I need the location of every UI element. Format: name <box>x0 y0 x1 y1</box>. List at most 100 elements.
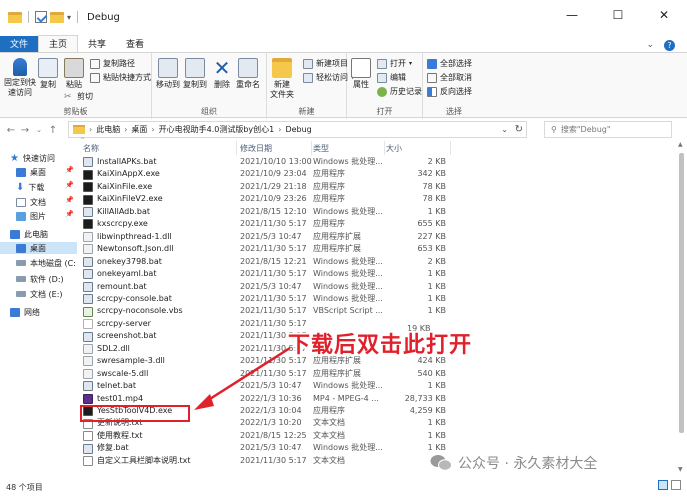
paste-button[interactable]: 粘贴 <box>64 58 84 90</box>
bat-file-icon <box>83 381 93 392</box>
bat-file-icon <box>83 294 93 305</box>
close-button[interactable]: ✕ <box>641 0 687 30</box>
help-icon[interactable]: ? <box>664 40 675 51</box>
file-row[interactable]: libwinpthread-1.dll 2021/5/3 10:47 应用程序扩展 2… <box>80 231 676 243</box>
details-view-icon[interactable] <box>658 480 668 490</box>
tab-share[interactable]: 共享 <box>78 36 116 52</box>
move-to-button[interactable]: 移动到 <box>156 58 180 90</box>
file-type: Windows 批处理... <box>313 293 383 303</box>
file-row[interactable]: 使用教程.txt 2021/8/15 12:25 文本文档 1 KB <box>80 430 676 442</box>
breadcrumb-item[interactable]: 开心电视助手4.0测试版by创心1 <box>159 124 275 135</box>
file-row[interactable]: remount.bat 2021/5/3 10:47 Windows 批处理... 1… <box>80 281 676 293</box>
cut-button[interactable]: ✂ 剪切 <box>64 91 93 102</box>
file-type: Windows 批处理... <box>313 269 383 279</box>
address-bar[interactable]: › 此电脑 › 桌面 › 开心电视助手4.0测试版by创心1 › Debug ⌄… <box>68 121 527 138</box>
new-group-label: 新建 <box>298 107 315 116</box>
breadcrumb-item[interactable]: Debug <box>285 125 311 134</box>
pin-quick-access-button[interactable]: 固定到快 速访问 <box>4 58 36 98</box>
maximize-button[interactable]: ☐ <box>595 0 641 30</box>
nav-documents[interactable]: 文档 <box>16 196 46 208</box>
nav-desktop[interactable]: 桌面 <box>16 166 46 178</box>
nav-downloads[interactable]: ⬇ 下载 <box>16 181 44 193</box>
nav-drive-e[interactable]: 文档 (E:) <box>16 288 63 300</box>
file-type: Windows 批处理... <box>313 381 383 391</box>
file-row[interactable]: InstallAPKs.bat 2021/10/10 13:00 Windows 批… <box>80 156 676 168</box>
open-button[interactable]: 打开 ▾ <box>377 58 412 69</box>
file-row[interactable]: Newtonsoft.Json.dll 2021/11/30 5:17 应用程序扩展… <box>80 243 676 255</box>
file-row[interactable]: onekey3798.bat 2021/8/15 12:21 Windows 批处理… <box>80 256 676 268</box>
file-name: KaiXinFile.exe <box>97 181 153 191</box>
minimize-button[interactable]: — <box>549 0 595 30</box>
tab-home[interactable]: 主页 <box>38 35 79 52</box>
back-arrow-icon[interactable]: ← <box>4 125 18 136</box>
file-name: libwinpthread-1.dll <box>97 231 172 241</box>
up-arrow-icon[interactable]: ↑ <box>46 125 60 136</box>
nav-pictures[interactable]: 图片 <box>16 210 46 222</box>
nav-desktop-selected[interactable]: 桌面 <box>0 242 77 254</box>
file-row[interactable]: kxscrcpy.exe 2021/11/30 5:17 应用程序 655 KB <box>80 218 676 230</box>
column-header-size[interactable]: 大小 <box>386 143 402 155</box>
scrollbar-thumb[interactable] <box>679 153 684 433</box>
new-folder-icon[interactable] <box>50 11 64 23</box>
history-button[interactable]: 历史记录 <box>377 86 422 97</box>
copy-path-button[interactable]: 复制路径 <box>90 58 135 69</box>
column-header-name[interactable]: 名称 <box>83 143 99 155</box>
copy-to-button[interactable]: 复制到 <box>183 58 207 90</box>
column-divider <box>236 141 237 155</box>
file-row[interactable]: test01.mp4 2022/1/3 10:36 MP4 - MPEG-4 ...… <box>80 393 676 405</box>
chevron-down-icon[interactable]: ⌄ <box>646 40 654 51</box>
nav-drive-d[interactable]: 软件 (D:) <box>16 273 64 285</box>
large-icons-view-icon[interactable] <box>671 480 681 490</box>
select-group: 全部选择 全部取消 反向选择 选择 <box>423 53 485 119</box>
file-row[interactable]: KaiXinAppX.exe 2021/10/9 23:04 应用程序 342 KB <box>80 168 676 180</box>
file-name: scrcpy-console.bat <box>97 293 172 303</box>
search-input[interactable]: ⚲ 搜索"Debug" <box>544 121 672 138</box>
forward-arrow-icon[interactable]: → <box>18 125 32 136</box>
file-row[interactable]: scrcpy-console.bat 2021/11/30 5:17 Windows… <box>80 293 676 305</box>
scroll-down-icon[interactable]: ▼ <box>678 466 683 473</box>
file-type: 文本文档 <box>313 418 345 428</box>
invert-selection-button[interactable]: 反向选择 <box>427 86 472 97</box>
copy-button[interactable]: 复制 <box>38 58 58 90</box>
breadcrumb-item[interactable]: 此电脑 <box>96 124 120 135</box>
file-row[interactable]: swscale-5.dll 2021/11/30 5:17 应用程序扩展 540 KB <box>80 368 676 380</box>
vbs-file-icon <box>83 306 93 317</box>
properties-button[interactable]: 属性 <box>351 58 371 90</box>
file-row[interactable]: KaiXinFile.exe 2021/1/29 21:18 应用程序 78 KB <box>80 181 676 193</box>
file-row[interactable]: scrcpy-noconsole.vbs 2021/11/30 5:17 VBScr… <box>80 305 676 317</box>
delete-button[interactable]: ✕ 删除 <box>212 58 232 90</box>
nav-this-pc[interactable]: 此电脑 <box>10 228 48 240</box>
tab-file[interactable]: 文件 <box>0 36 39 52</box>
vertical-scrollbar[interactable]: ▲ ▼ <box>676 139 687 475</box>
address-dropdown-icon[interactable]: ⌄ <box>501 125 508 134</box>
file-row[interactable]: onekeyaml.bat 2021/11/30 5:17 Windows 批处理.… <box>80 268 676 280</box>
file-name-cell: scrcpy-console.bat <box>83 293 233 305</box>
file-row[interactable]: KaiXinFileV2.exe 2021/10/9 23:26 应用程序 78 KB <box>80 193 676 205</box>
paste-shortcut-button[interactable]: 粘贴快捷方式 <box>90 72 151 83</box>
column-header-type[interactable]: 类型 <box>313 143 329 155</box>
tab-view[interactable]: 查看 <box>116 36 154 52</box>
properties-check-icon[interactable] <box>35 11 47 23</box>
file-row[interactable]: telnet.bat 2021/5/3 10:47 Windows 批处理... 1 … <box>80 380 676 392</box>
edit-button[interactable]: 编辑 <box>377 72 406 83</box>
breadcrumb-item[interactable]: 桌面 <box>131 124 147 135</box>
nav-drive-c[interactable]: 本地磁盘 (C: <box>16 257 76 269</box>
select-none-button[interactable]: 全部取消 <box>427 72 472 83</box>
mp4-file-icon <box>83 393 93 404</box>
column-header-date[interactable]: 修改日期 <box>240 143 272 155</box>
new-folder-button[interactable]: 新建 文件夹 <box>270 58 294 100</box>
file-size: 2 KB <box>427 256 446 266</box>
scroll-up-icon[interactable]: ▲ <box>678 141 683 148</box>
file-name: scrcpy-noconsole.vbs <box>97 306 183 316</box>
rename-button[interactable]: 重命名 <box>236 58 260 90</box>
recent-locations-icon[interactable]: ⌄ <box>32 126 46 134</box>
refresh-icon[interactable]: ↻ <box>515 124 523 135</box>
nav-network[interactable]: 网络 <box>10 306 40 318</box>
file-name: screenshot.bat <box>97 331 157 341</box>
file-row[interactable]: KillAllAdb.bat 2021/8/15 12:10 Windows 批处理… <box>80 206 676 218</box>
select-all-button[interactable]: 全部选择 <box>427 58 472 69</box>
exe-file-icon <box>83 182 93 193</box>
customize-toolbar-icon[interactable]: ▾ <box>67 13 71 22</box>
organize-group-label: 组织 <box>201 107 217 116</box>
nav-quick-access[interactable]: ★ 快速访问 <box>10 152 55 164</box>
